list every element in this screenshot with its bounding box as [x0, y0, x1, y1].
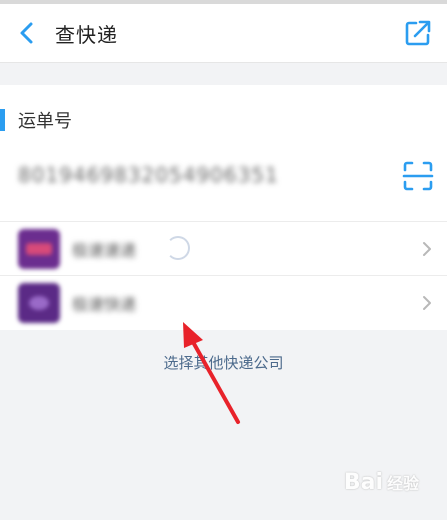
- chevron-right-icon: [423, 296, 431, 310]
- scan-icon: [402, 161, 434, 191]
- courier-logo-icon: [29, 296, 49, 310]
- chevron-left-icon: [20, 22, 33, 44]
- courier-logo: [18, 283, 60, 323]
- courier-logo-icon: [26, 243, 52, 255]
- courier-name: 极速速递: [72, 241, 137, 260]
- section-accent-bar: [0, 109, 5, 131]
- chevron-right-icon: [423, 242, 431, 256]
- courier-logo: [18, 229, 60, 269]
- tracking-number-field[interactable]: 8019469832054906351: [18, 163, 279, 187]
- scan-button[interactable]: [401, 159, 435, 193]
- app-header: 查快递: [0, 4, 447, 63]
- edit-external-icon: [405, 20, 431, 46]
- section-gap: [0, 63, 447, 85]
- edit-button[interactable]: [403, 18, 433, 48]
- other-courier-link[interactable]: 选择其他快递公司: [0, 352, 447, 373]
- courier-option-1[interactable]: 极速速递: [0, 222, 447, 275]
- loading-spinner-icon: [166, 236, 190, 260]
- courier-name: 极速快递: [72, 295, 137, 314]
- watermark-logo: Bai 经验: [343, 470, 419, 495]
- page-title: 查快递: [55, 23, 118, 47]
- section-label: 运单号: [18, 111, 72, 132]
- courier-option-2[interactable]: 极速快递: [0, 276, 447, 329]
- back-button[interactable]: [12, 18, 42, 48]
- tracking-card: 运单号 8019469832054906351 极速速递 极速快递: [0, 85, 447, 330]
